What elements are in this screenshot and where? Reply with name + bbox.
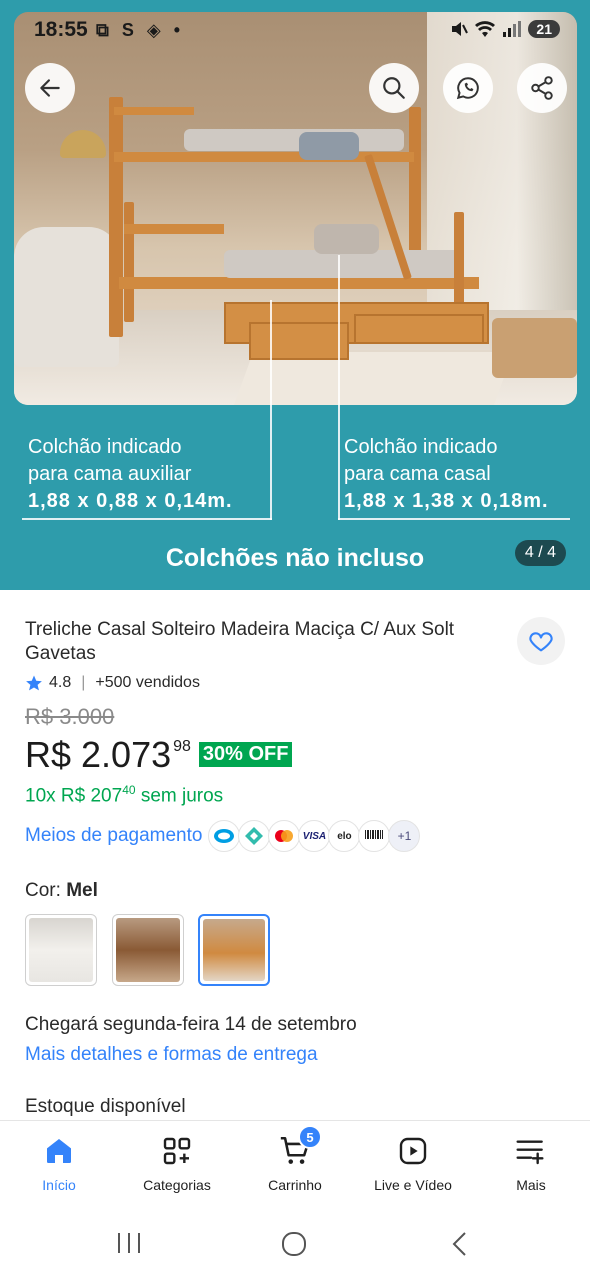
- auxiliary-mattress-caption: Colchão indicado para cama auxiliar 1,88…: [28, 436, 233, 512]
- color-option-dark-wood[interactable]: [112, 914, 184, 986]
- share-icon: [531, 76, 553, 100]
- system-navigation-bar: [0, 1208, 590, 1280]
- payment-methods-row[interactable]: Meios de pagamento VISA elo +1: [25, 820, 421, 852]
- whatsapp-icon: [456, 77, 479, 100]
- mute-icon: [452, 22, 469, 36]
- battery-indicator: 21: [528, 20, 560, 38]
- product-photo: [14, 12, 577, 405]
- home-icon: [47, 1139, 71, 1163]
- search-icon: [383, 77, 405, 99]
- product-title: Treliche Casal Solteiro Madeira Maciça C…: [25, 619, 455, 664]
- hero-headline: Colchões não incluso: [165, 544, 425, 572]
- rating-value: 4.8: [49, 674, 72, 691]
- discount-badge: 30% OFF: [198, 742, 293, 767]
- more-payments-badge[interactable]: +1: [388, 820, 421, 852]
- color-label: Cor: Mel: [25, 880, 98, 901]
- categories-icon: [163, 1137, 191, 1165]
- bottom-navigation: Início Categorias 5 Carrinho Live e Víde…: [0, 1120, 590, 1208]
- home-circle-icon: [282, 1232, 306, 1256]
- stock-status: Estoque disponível: [25, 1096, 186, 1117]
- search-button[interactable]: [369, 63, 419, 113]
- favorite-button[interactable]: [517, 617, 565, 665]
- payment-methods-link[interactable]: Meios de pagamento: [25, 825, 202, 847]
- star-icon: [26, 675, 42, 691]
- sold-count: +500 vendidos: [95, 674, 200, 691]
- home-system-button[interactable]: [280, 1230, 308, 1263]
- product-image-carousel[interactable]: 18:55 ⧉ S ◈ • 21 Colchão indicado para c…: [0, 0, 590, 590]
- tab-more[interactable]: Mais: [472, 1121, 590, 1208]
- rating-row[interactable]: 4.8 | +500 vendidos: [25, 674, 200, 692]
- status-bar: 18:55 ⧉ S ◈ • 21: [0, 16, 590, 48]
- boleto-icon: [358, 820, 391, 852]
- pix-icon: [238, 820, 271, 852]
- share-button[interactable]: [517, 63, 567, 113]
- price-cents: 98: [173, 738, 191, 755]
- installments: 10x R$ 20740 sem juros: [25, 783, 224, 807]
- wifi-icon: [475, 21, 496, 37]
- chevron-left-icon: [452, 1232, 466, 1256]
- notification-icons: ⧉ S ◈ •: [96, 20, 185, 40]
- heart-icon: [529, 632, 553, 652]
- system-back-button[interactable]: [448, 1230, 472, 1263]
- tab-categories[interactable]: Categorias: [118, 1121, 236, 1208]
- delivery-estimate: Chegará segunda-feira 14 de setembro: [25, 1014, 357, 1035]
- recent-apps-icon: [118, 1233, 140, 1253]
- back-button[interactable]: [25, 63, 75, 113]
- visa-icon: VISA: [298, 820, 331, 852]
- tab-live-video[interactable]: Live e Vídeo: [354, 1121, 472, 1208]
- elo-icon: elo: [328, 820, 361, 852]
- double-mattress-caption: Colchão indicado para cama casal 1,88 x …: [344, 436, 549, 512]
- original-price: R$ 3.000: [25, 704, 115, 729]
- video-icon: [399, 1137, 427, 1165]
- recent-apps-button[interactable]: [115, 1230, 143, 1261]
- whatsapp-share-button[interactable]: [443, 63, 493, 113]
- current-price: R$ 2.073 98 30% OFF: [25, 734, 293, 776]
- color-option-mel[interactable]: [198, 914, 270, 986]
- image-counter: 4 / 4: [514, 540, 566, 566]
- mastercard-icon: [268, 820, 301, 852]
- price-main: R$ 2.073: [25, 734, 172, 775]
- tab-cart[interactable]: 5 Carrinho: [236, 1121, 354, 1208]
- tab-home[interactable]: Início: [0, 1121, 118, 1208]
- signal-icon: [503, 21, 522, 37]
- mercadopago-icon: [208, 820, 241, 852]
- delivery-details-link[interactable]: Mais detalhes e formas de entrega: [25, 1044, 318, 1066]
- more-icon: [516, 1140, 544, 1165]
- cart-count-badge: 5: [298, 1125, 322, 1149]
- color-option-white[interactable]: [25, 914, 97, 986]
- arrow-left-icon: [40, 79, 60, 97]
- status-time: 18:55: [34, 18, 88, 41]
